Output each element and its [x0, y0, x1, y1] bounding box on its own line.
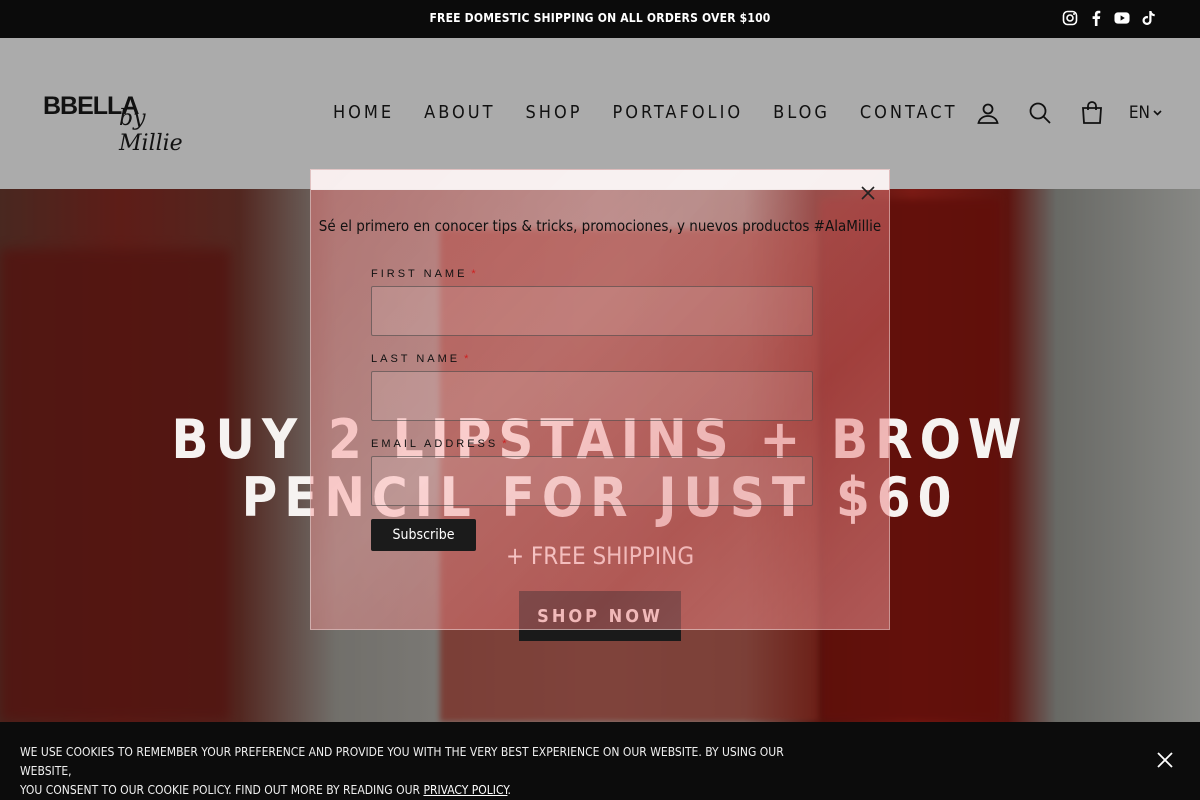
- nav-item-blog[interactable]: BLOG: [773, 102, 830, 123]
- close-icon[interactable]: [1153, 748, 1177, 772]
- tiktok-icon[interactable]: [1140, 9, 1156, 27]
- instagram-icon[interactable]: [1062, 9, 1078, 27]
- last-name-label: LAST NAME *: [371, 353, 472, 365]
- language-label: EN: [1128, 103, 1150, 123]
- announcement-text: FREE DOMESTIC SHIPPING ON ALL ORDERS OVE…: [429, 11, 771, 25]
- newsletter-modal: Sé el primero en conocer tips & tricks, …: [310, 169, 890, 630]
- required-marker: *: [464, 353, 472, 365]
- first-name-field[interactable]: [371, 286, 813, 336]
- email-field[interactable]: [371, 456, 813, 506]
- nav-item-contact[interactable]: CONTACT: [860, 102, 958, 123]
- site-header: BBELLA by Millie HOME ABOUT SHOP PORTAFO…: [0, 38, 1200, 189]
- announcement-bar: FREE DOMESTIC SHIPPING ON ALL ORDERS OVE…: [0, 0, 1200, 38]
- required-marker: *: [502, 438, 510, 450]
- chevron-down-icon: [1153, 110, 1162, 116]
- cart-icon[interactable]: [1079, 100, 1105, 126]
- modal-top-strip: [311, 170, 889, 190]
- search-icon[interactable]: [1027, 100, 1053, 126]
- nav-item-shop[interactable]: SHOP: [526, 102, 583, 123]
- subscribe-button[interactable]: Subscribe: [371, 519, 476, 551]
- main-nav: HOME ABOUT SHOP PORTAFOLIO BLOG CONTACT: [333, 102, 958, 123]
- privacy-policy-link[interactable]: PRIVACY POLICY: [423, 783, 507, 797]
- cookie-text: WE USE COOKIES TO REMEMBER YOUR PREFEREN…: [20, 743, 800, 800]
- social-links: [1062, 9, 1156, 27]
- last-name-field[interactable]: [371, 371, 813, 421]
- cookie-banner: WE USE COOKIES TO REMEMBER YOUR PREFEREN…: [0, 722, 1200, 800]
- cookie-line2: YOU CONSENT TO OUR COOKIE POLICY. FIND O…: [20, 783, 511, 797]
- youtube-icon[interactable]: [1114, 9, 1130, 27]
- facebook-icon[interactable]: [1088, 9, 1104, 27]
- header-icons: EN: [949, 100, 1162, 126]
- language-selector[interactable]: EN: [1129, 103, 1162, 123]
- logo-sub-text: by Millie: [119, 106, 183, 156]
- account-icon[interactable]: [975, 100, 1001, 126]
- email-label: EMAIL ADDRESS *: [371, 438, 510, 450]
- nav-item-about[interactable]: ABOUT: [424, 102, 495, 123]
- close-icon[interactable]: [856, 181, 880, 205]
- nav-item-portafolio[interactable]: PORTAFOLIO: [612, 102, 743, 123]
- modal-headline: Sé el primero en conocer tips & tricks, …: [318, 217, 882, 235]
- nav-item-home[interactable]: HOME: [333, 102, 394, 123]
- required-marker: *: [471, 268, 479, 280]
- cookie-line1: WE USE COOKIES TO REMEMBER YOUR PREFEREN…: [20, 745, 784, 778]
- logo[interactable]: BBELLA by Millie: [43, 92, 203, 156]
- first-name-label: FIRST NAME *: [371, 268, 479, 280]
